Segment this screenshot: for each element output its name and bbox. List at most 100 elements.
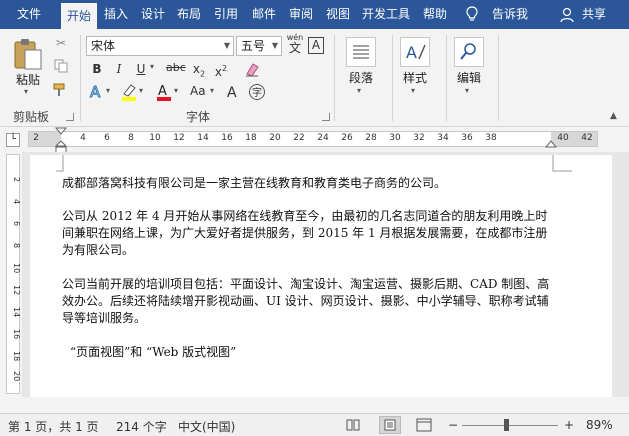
italic-button[interactable]: I xyxy=(110,60,128,78)
subscript-button[interactable]: x2 xyxy=(190,60,208,78)
group-divider xyxy=(80,35,81,121)
character-border-button[interactable]: A xyxy=(308,37,324,54)
ruler-tick: 10 xyxy=(149,133,161,143)
font-color-icon[interactable]: A xyxy=(155,82,173,102)
tab-layout[interactable]: 布局 xyxy=(173,0,205,29)
highlight-dropdown-icon[interactable]: ▾ xyxy=(139,86,143,95)
highlight-color-icon[interactable] xyxy=(120,82,138,102)
print-layout-button[interactable] xyxy=(379,416,401,434)
tab-design[interactable]: 设计 xyxy=(137,0,169,29)
right-indent-marker-icon[interactable] xyxy=(545,140,557,149)
horizontal-ruler[interactable]: 2 4 6 8 10 12 14 16 18 20 22 24 26 28 30… xyxy=(28,131,598,147)
phonetic-guide-button[interactable]: wén 文 xyxy=(286,34,304,55)
document-paragraph[interactable]: “页面视图”和 “Web 版式视图” xyxy=(70,344,560,361)
enclose-characters-icon[interactable]: 字 xyxy=(248,83,266,101)
ribbon-home: 粘贴 ▾ ✂ 剪贴板 宋体 ▼ 五号 ▼ wén 文 A B I U ▾ abc… xyxy=(0,29,629,127)
document-paragraph[interactable]: 公司从 2012 年 4 月开始从事网络在线教育至今，由最初的几名志同道合的朋友… xyxy=(62,208,552,259)
format-painter-icon[interactable] xyxy=(53,83,69,97)
vertical-ruler[interactable]: 2 4 6 8 10 12 14 16 18 20 xyxy=(6,154,21,394)
zoom-slider-track[interactable] xyxy=(462,425,558,426)
editing-label[interactable]: 编辑 xyxy=(450,69,488,86)
copy-icon[interactable] xyxy=(54,59,68,73)
person-icon[interactable] xyxy=(560,7,574,23)
web-layout-icon[interactable] xyxy=(416,418,432,432)
styles-label[interactable]: 样式 xyxy=(396,69,434,86)
paragraph-label[interactable]: 段落 xyxy=(342,69,380,86)
underline-dropdown-icon[interactable]: ▾ xyxy=(150,62,154,71)
vruler-tick: 4 xyxy=(12,199,21,205)
tell-me-search[interactable]: 告诉我 xyxy=(486,0,534,29)
paste-dropdown-icon[interactable]: ▾ xyxy=(24,87,28,96)
search-icon[interactable] xyxy=(454,37,484,67)
text-effects-dropdown-icon[interactable]: ▾ xyxy=(106,86,110,95)
styles-icon[interactable]: A xyxy=(400,37,430,67)
styles-dropdown-icon[interactable]: ▾ xyxy=(411,86,415,95)
svg-text:A: A xyxy=(90,83,101,101)
editing-dropdown-icon[interactable]: ▾ xyxy=(465,86,469,95)
zoom-level[interactable]: 89% xyxy=(586,418,613,432)
tab-home[interactable]: 开始 xyxy=(61,3,97,29)
group-divider xyxy=(392,35,393,121)
paste-button-label[interactable]: 粘贴 xyxy=(10,71,46,88)
font-name-combo[interactable]: 宋体 ▼ xyxy=(86,36,234,56)
bold-button[interactable]: B xyxy=(88,60,106,78)
text-effects-icon[interactable]: A xyxy=(88,83,106,101)
superscript-button[interactable]: x2 xyxy=(212,60,230,79)
ruler-tick: 34 xyxy=(437,133,449,143)
collapse-ribbon-icon[interactable]: ▲ xyxy=(610,111,617,121)
group-divider xyxy=(498,35,499,121)
character-shading-icon[interactable]: A xyxy=(224,83,242,101)
cut-icon[interactable]: ✂ xyxy=(52,34,70,52)
underline-button[interactable]: U xyxy=(132,60,150,78)
ruler-tick: 6 xyxy=(104,133,110,143)
paragraph-dropdown-icon[interactable]: ▾ xyxy=(357,86,361,95)
ribbon-tab-bar: 文件 开始 插入 设计 布局 引用 邮件 审阅 视图 开发工具 帮助 告诉我 共… xyxy=(0,0,629,29)
ruler-tick: 36 xyxy=(461,133,473,143)
font-color-dropdown-icon[interactable]: ▾ xyxy=(174,86,178,95)
page-count[interactable]: 第 1 页，共 1 页 xyxy=(8,418,99,435)
document-paragraph[interactable]: 公司当前开展的培训项目包括：平面设计、淘宝设计、淘宝运营、摄影后期、CAD 制图… xyxy=(62,276,552,327)
tab-selector-button[interactable]: └ xyxy=(6,133,20,147)
zoom-in-button[interactable]: + xyxy=(564,418,574,432)
share-button[interactable]: 共享 xyxy=(578,0,610,29)
tab-references[interactable]: 引用 xyxy=(210,0,242,29)
tab-developer[interactable]: 开发工具 xyxy=(358,0,414,29)
read-mode-icon[interactable] xyxy=(346,418,360,432)
strikethrough-button[interactable]: abc xyxy=(166,61,186,74)
vruler-tick: 2 xyxy=(12,177,21,183)
margin-corner-mark xyxy=(56,155,64,172)
tab-help[interactable]: 帮助 xyxy=(418,0,452,29)
language-status[interactable]: 中文(中国) xyxy=(178,418,235,435)
clipboard-group-label: 剪贴板 xyxy=(12,110,49,124)
tab-view[interactable]: 视图 xyxy=(322,0,354,29)
zoom-slider-thumb[interactable] xyxy=(504,419,509,431)
group-divider xyxy=(446,35,447,121)
svg-text:A: A xyxy=(406,43,417,62)
clipboard-dialog-launcher[interactable] xyxy=(66,113,74,121)
lightbulb-icon[interactable] xyxy=(465,6,479,22)
indent-marker-icon[interactable] xyxy=(55,127,67,155)
document-paragraph[interactable]: 成都部落窝科技有限公司是一家主营在线教育和教育类电子商务的公司。 xyxy=(62,175,552,192)
font-size-combo[interactable]: 五号 ▼ xyxy=(236,36,282,56)
tab-mailings[interactable]: 邮件 xyxy=(248,0,280,29)
zoom-out-button[interactable]: − xyxy=(448,418,458,432)
vruler-tick: 20 xyxy=(12,371,21,382)
clear-formatting-icon[interactable] xyxy=(244,61,260,77)
ruler-tick: 24 xyxy=(317,133,329,143)
tab-review[interactable]: 审阅 xyxy=(285,0,317,29)
svg-text:A: A xyxy=(158,84,167,99)
ruler-tick: 4 xyxy=(80,133,86,143)
ruler-tick: 18 xyxy=(245,133,257,143)
tab-file[interactable]: 文件 xyxy=(0,0,58,29)
word-count[interactable]: 214 个字 xyxy=(116,418,167,435)
ruler-tick: 2 xyxy=(33,133,39,143)
font-group-label: 字体 xyxy=(185,110,210,124)
paste-icon[interactable] xyxy=(12,37,44,71)
change-case-dropdown-icon[interactable]: ▾ xyxy=(210,86,214,95)
font-dialog-launcher[interactable] xyxy=(322,113,330,121)
paragraph-icon[interactable] xyxy=(346,37,376,67)
change-case-button[interactable]: Aa xyxy=(190,84,206,98)
ruler-tick: 22 xyxy=(293,133,305,143)
font-size-value: 五号 xyxy=(241,39,266,53)
tab-insert[interactable]: 插入 xyxy=(100,0,132,29)
